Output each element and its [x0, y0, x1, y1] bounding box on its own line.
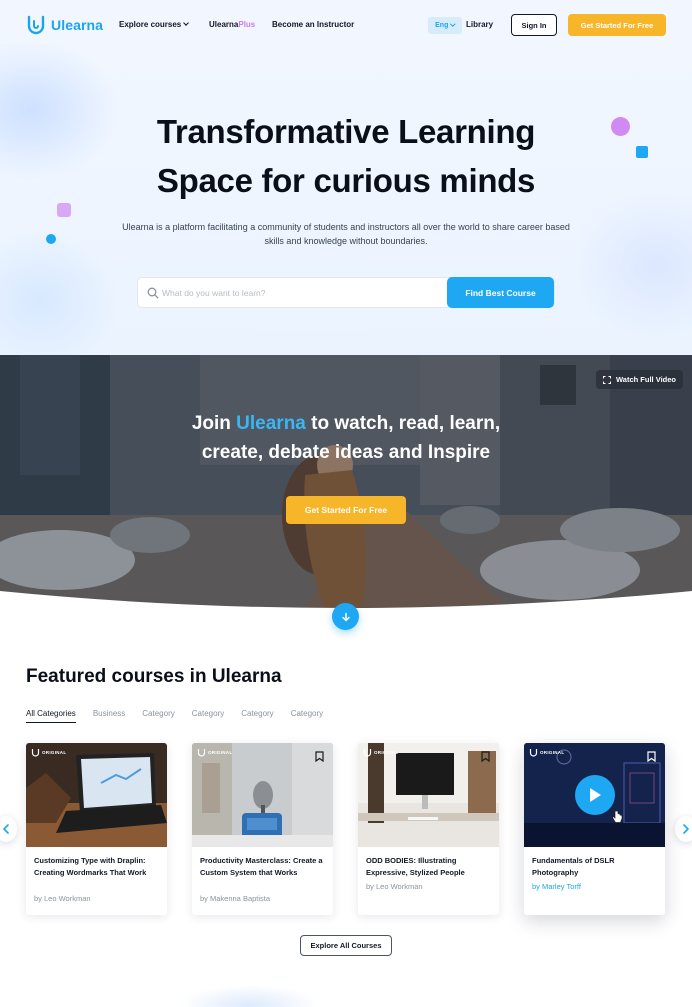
play-video-button[interactable] — [575, 775, 615, 815]
decor-dot-blue — [46, 234, 56, 244]
chevron-right-icon — [683, 824, 689, 834]
tab-category[interactable]: Category — [291, 709, 323, 723]
course-card[interactable]: ORIGINAL Productivity Masterclass: Creat… — [192, 743, 333, 915]
scroll-down-button[interactable] — [332, 603, 359, 630]
explore-all-courses-button[interactable]: Explore All Courses — [300, 935, 392, 956]
original-badge-label: ORIGINAL — [42, 750, 67, 755]
bookmark-icon[interactable] — [481, 751, 490, 762]
original-badge-label: ORIGINAL — [208, 750, 233, 755]
carousel-next-button[interactable] — [675, 816, 692, 842]
hero-subtitle: Ulearna is a platform facilitating a com… — [122, 222, 570, 246]
course-title: ODD BODIES: Illustrating Expressive, Sty… — [366, 856, 465, 877]
original-badge: ORIGINAL — [529, 748, 564, 757]
course-author: by Leo Workman — [34, 894, 91, 903]
language-selector[interactable]: Eng — [428, 17, 462, 34]
course-title: Fundamentals of DSLR Photography — [532, 856, 615, 877]
original-badge-label: ORIGINAL — [374, 750, 399, 755]
decor-square-purple — [57, 203, 71, 217]
course-thumbnail: ORIGINAL — [192, 743, 333, 847]
course-search-bar: Find Best Course — [137, 277, 555, 308]
carousel-prev-button[interactable] — [0, 816, 17, 842]
bookmark-icon[interactable] — [315, 751, 324, 762]
original-badge-label: ORIGINAL — [540, 750, 565, 755]
ulearna-logo-icon — [529, 749, 538, 757]
get-started-button[interactable]: Get Started For Free — [568, 14, 666, 36]
hero-title: Transformative Learning Space for curiou… — [96, 107, 596, 205]
watch-full-video-button[interactable]: Watch Full Video — [595, 370, 683, 389]
ulearna-logo-icon — [363, 749, 372, 757]
become-instructor-link[interactable]: Become an Instructor — [272, 20, 354, 29]
chevron-left-icon — [3, 824, 9, 834]
decor-square-blue — [636, 146, 648, 158]
explore-courses-menu[interactable]: Explore courses — [119, 20, 190, 29]
category-tabs: All Categories Business Category Categor… — [26, 709, 340, 723]
banner-title-line2: create, debate ideas and Inspire — [201, 442, 491, 463]
course-title: Productivity Masterclass: Create a Custo… — [200, 856, 323, 877]
plus-link-suffix: Plus — [238, 20, 256, 29]
tab-category[interactable]: Category — [142, 709, 174, 723]
explore-courses-label: Explore courses — [119, 20, 182, 29]
course-card[interactable]: ORIGINAL ODD BODIES: Illustrating Expres… — [358, 743, 499, 915]
search-input[interactable] — [162, 284, 442, 302]
course-card[interactable]: ORIGINAL Fundamentals of DSLR Photograph… — [524, 743, 665, 915]
bookmark-icon[interactable] — [647, 751, 656, 762]
course-author: by Leo Workman — [366, 882, 423, 891]
arrow-down-icon — [341, 612, 350, 621]
video-banner[interactable]: Watch Full Video Join Ulearna to watch, … — [0, 355, 692, 620]
plus-link-prefix: Ulearna — [209, 20, 239, 29]
banner-title-post: to watch, read, learn, — [305, 413, 501, 434]
ulearna-plus-link[interactable]: UlearnaPlus — [209, 20, 255, 29]
banner-get-started-button[interactable]: Get Started For Free — [286, 496, 406, 524]
chevron-down-icon — [450, 21, 456, 26]
hero-title-line1: Transformative Learning — [156, 113, 536, 150]
logo-text: Ulearna — [51, 17, 104, 33]
language-label: Eng — [435, 22, 449, 29]
course-thumbnail: ORIGINAL — [358, 743, 499, 847]
tab-all-categories[interactable]: All Categories — [26, 709, 76, 723]
banner-title-brand: Ulearna — [236, 413, 306, 434]
search-icon — [147, 287, 159, 299]
ulearna-logo-icon — [31, 749, 40, 757]
original-badge: ORIGINAL — [31, 748, 66, 757]
hand-cursor-icon — [612, 810, 623, 823]
course-card[interactable]: ORIGINAL Customizing Type with Draplin: … — [26, 743, 167, 915]
tab-category[interactable]: Category — [241, 709, 273, 723]
banner-title: Join Ulearna to watch, read, learn, crea… — [146, 409, 546, 467]
hero-section: Ulearna Explore courses UlearnaPlus Beco… — [0, 0, 692, 355]
decor-dot-purple — [611, 117, 630, 136]
logo[interactable]: Ulearna — [26, 15, 103, 35]
course-thumbnail: ORIGINAL — [524, 743, 665, 847]
tab-business[interactable]: Business — [93, 709, 125, 723]
featured-courses-title: Featured courses in Ulearna — [26, 666, 282, 687]
course-thumbnail: ORIGINAL — [26, 743, 167, 847]
library-link[interactable]: Library — [466, 20, 493, 29]
original-badge: ORIGINAL — [363, 748, 398, 757]
hero-title-line2: Space for curious minds — [156, 162, 536, 199]
course-author: by Makenna Baptista — [200, 894, 271, 903]
find-best-course-button[interactable]: Find Best Course — [447, 277, 554, 308]
fullscreen-icon — [602, 375, 611, 384]
banner-title-pre: Join — [191, 413, 237, 434]
watch-full-video-label: Watch Full Video — [615, 375, 676, 384]
ulearna-logo-icon — [197, 749, 206, 757]
original-badge: ORIGINAL — [197, 748, 232, 757]
course-title: Customizing Type with Draplin: Creating … — [34, 856, 147, 877]
course-author: by Marley Torff — [532, 882, 581, 891]
tab-category[interactable]: Category — [192, 709, 224, 723]
top-nav: Ulearna Explore courses UlearnaPlus Beco… — [0, 0, 692, 52]
ulearna-logo-icon — [27, 15, 45, 35]
sign-in-button[interactable]: Sign In — [511, 14, 557, 36]
chevron-down-icon — [183, 20, 190, 26]
play-icon — [590, 788, 601, 802]
